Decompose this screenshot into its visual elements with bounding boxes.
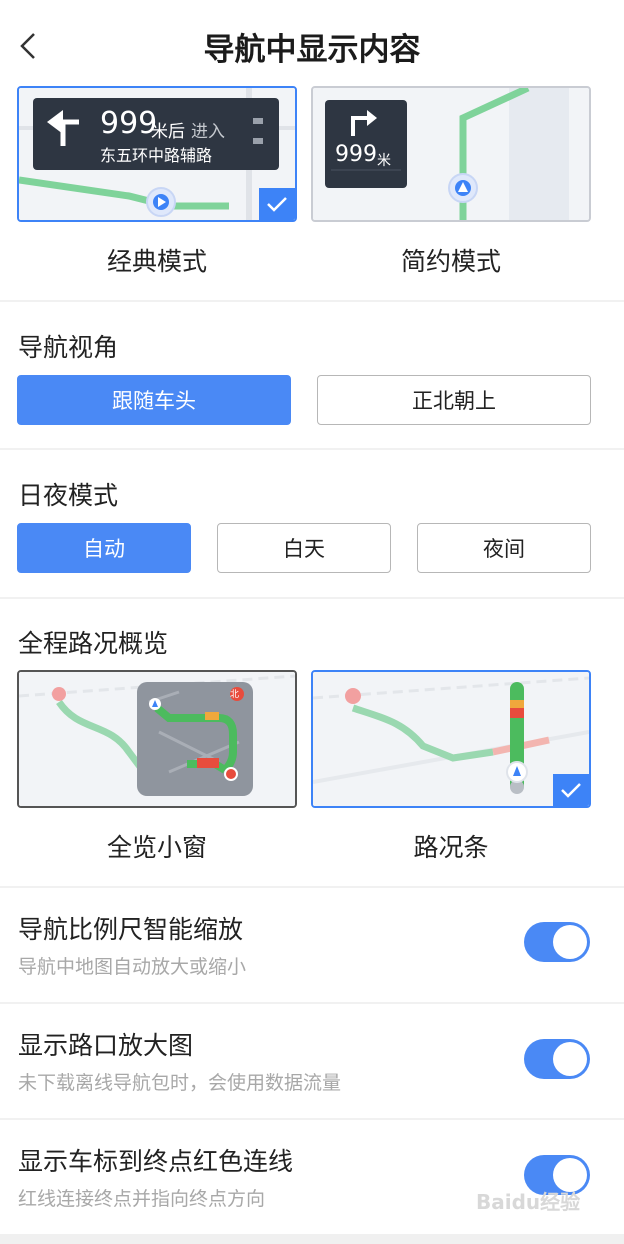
divider [0,597,624,599]
traffic-bar-option[interactable] [311,670,591,808]
mini-window-option[interactable]: 北 [17,670,297,808]
junction-zoom-toggle[interactable] [524,1039,590,1079]
traffic-bar-preview [313,672,589,806]
north-label: 北 [230,690,240,700]
classic-road: 东五环中路辅路 [100,146,213,165]
view-angle-title: 导航视角 [18,333,119,362]
toggle-knob [553,1042,587,1076]
divider [0,448,624,450]
north-up-button[interactable]: 正北朝上 [317,375,591,425]
red-line-title: 显示车标到终点红色连线 [18,1147,294,1176]
day-mode-button[interactable]: 白天 [217,523,391,573]
junction-zoom-desc: 未下载离线导航包时，会使用数据流量 [18,1072,342,1094]
bottom-bar [0,1234,624,1244]
night-mode-button[interactable]: 夜间 [417,523,591,573]
simple-unit: 米 [377,153,391,169]
mini-window-label: 全览小窗 [106,833,207,862]
mini-window-preview [19,672,295,806]
day-night-title: 日夜模式 [18,481,119,510]
checkmark-icon [561,783,581,798]
toggle-knob [553,925,587,959]
smart-zoom-title: 导航比例尺智能缩放 [18,915,244,944]
divider [0,1118,624,1120]
watermark: Baidu经验 [476,1190,581,1214]
classic-mode-label: 经典模式 [106,247,207,276]
divider [0,300,624,302]
auto-mode-button[interactable]: 自动 [17,523,191,573]
smart-zoom-toggle[interactable] [524,922,590,962]
overview-title: 全程路况概览 [18,629,169,658]
checkmark-icon [267,197,287,212]
page-title: 导航中显示内容 [203,32,421,68]
classic-mode-option[interactable]: 999 米后 进入 东五环中路辅路 [17,86,297,222]
traffic-bar-label: 路况条 [413,833,489,862]
junction-zoom-title: 显示路口放大图 [18,1031,194,1060]
simple-mode-option[interactable]: 999 米 [311,86,591,222]
simple-distance: 999 [335,142,377,167]
header-bar: 导航中显示内容 [0,0,624,88]
smart-zoom-desc: 导航中地图自动放大或缩小 [18,956,247,978]
follow-heading-button[interactable]: 跟随车头 [17,375,291,425]
red-line-desc: 红线连接终点并指向终点方向 [18,1188,266,1210]
simple-mode-label: 简约模式 [400,247,501,276]
divider [0,1002,624,1004]
classic-distance: 999 [100,106,158,141]
divider [0,886,624,888]
classic-unit: 米后 [151,122,185,142]
check-badge [259,188,295,220]
classic-action: 进入 [191,122,225,142]
check-badge [553,774,589,806]
